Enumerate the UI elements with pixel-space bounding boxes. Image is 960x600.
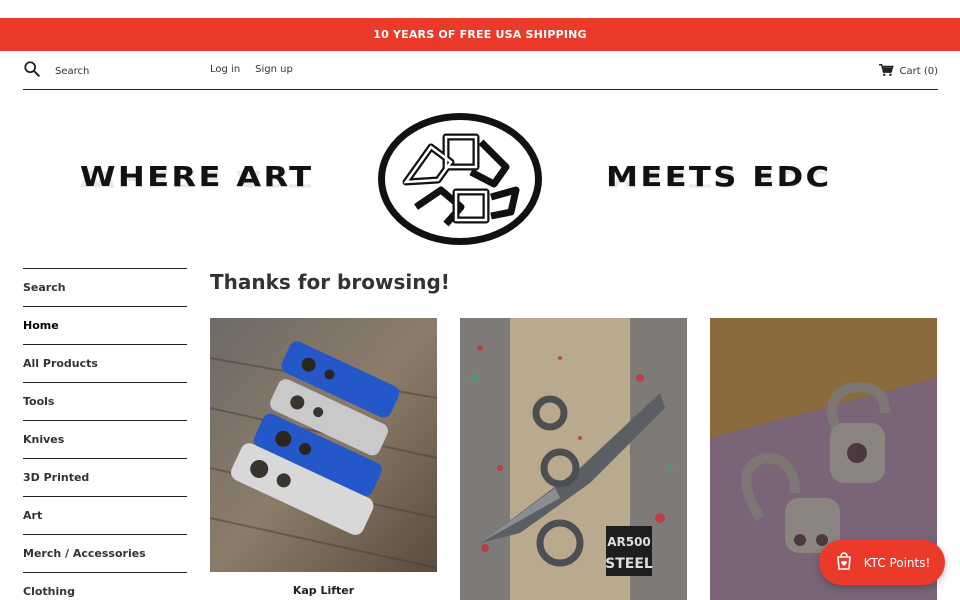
product-card[interactable]: AR500 STEEL bbox=[460, 318, 687, 600]
product-name[interactable]: Kap Lifter bbox=[210, 584, 437, 597]
sidebar-item-3d-printed[interactable]: 3D Printed bbox=[23, 458, 187, 496]
sidebar-item-knives[interactable]: Knives bbox=[23, 420, 187, 458]
brand-logo[interactable] bbox=[376, 112, 544, 246]
shopping-bag-icon[interactable] bbox=[834, 551, 864, 574]
sidebar-item-all-products[interactable]: All Products bbox=[23, 344, 187, 382]
header-search[interactable]: Search bbox=[23, 60, 89, 82]
account-links: Log in Sign up bbox=[210, 64, 293, 75]
signup-link[interactable]: Sign up bbox=[255, 64, 293, 75]
announcement-bar: 10 YEARS OF FREE USA SHIPPING bbox=[0, 18, 960, 51]
sidebar-item-merch[interactable]: Merch / Accessories bbox=[23, 534, 187, 572]
cart-label[interactable]: Cart (0) bbox=[900, 66, 939, 77]
sidebar-nav: Search Home All Products Tools Knives 3D… bbox=[23, 268, 187, 600]
image-overlay-line1: AR500 bbox=[607, 535, 651, 549]
product-image[interactable]: AR500 STEEL bbox=[460, 318, 687, 600]
hero-left-reflection: WHERE ART bbox=[80, 165, 314, 192]
cart-link[interactable]: Cart (0) bbox=[878, 63, 939, 80]
sidebar-item-search[interactable]: Search bbox=[23, 268, 187, 306]
announcement-text: 10 YEARS OF FREE USA SHIPPING bbox=[373, 28, 587, 41]
ktc-points-button[interactable]: KTC Points! bbox=[819, 540, 945, 585]
cart-icon[interactable] bbox=[878, 63, 900, 80]
sidebar-item-clothing[interactable]: Clothing bbox=[23, 572, 187, 600]
login-link[interactable]: Log in bbox=[210, 64, 240, 75]
product-image[interactable] bbox=[210, 318, 437, 572]
sidebar-item-home[interactable]: Home bbox=[23, 306, 187, 344]
main-content: Thanks for browsing! bbox=[210, 268, 938, 294]
search-icon[interactable] bbox=[23, 60, 41, 82]
page-title: Thanks for browsing! bbox=[210, 270, 450, 294]
hero-right-reflection: MEETS EDC bbox=[606, 165, 832, 192]
search-input[interactable]: Search bbox=[55, 66, 89, 77]
product-card[interactable]: Kap Lifter bbox=[210, 318, 437, 597]
ktc-points-label[interactable]: KTC Points! bbox=[864, 556, 931, 570]
sidebar-item-tools[interactable]: Tools bbox=[23, 382, 187, 420]
top-bar: Search Log in Sign up Cart (0) bbox=[23, 58, 938, 90]
hero-banner: WHERE ART WHERE ART MEETS EDC MEETS EDC bbox=[0, 108, 960, 250]
image-overlay-line2: STEEL bbox=[605, 556, 653, 572]
sidebar-item-art[interactable]: Art bbox=[23, 496, 187, 534]
